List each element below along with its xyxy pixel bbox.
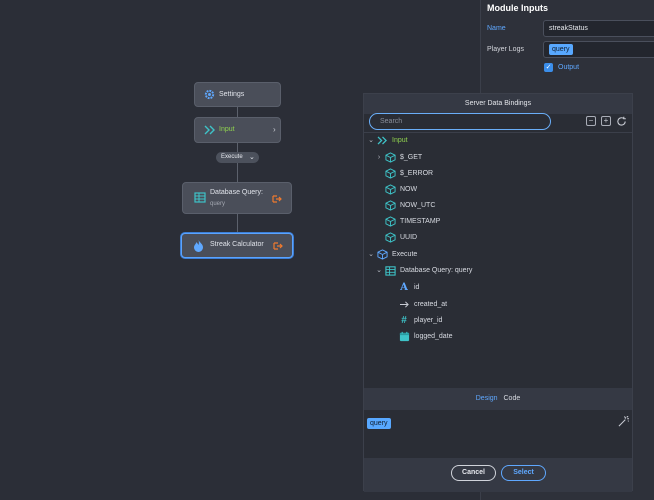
magic-wand-icon[interactable] [618,416,629,427]
player-logs-chip: query [549,44,573,55]
output-checkbox[interactable]: ✓ [544,63,553,72]
settings-node[interactable]: Settings [194,82,281,107]
refresh-icon[interactable] [616,116,627,127]
cube-icon [384,231,396,243]
tree-label-error: $_ERROR [400,169,434,177]
tree-label-created-at: created_at [414,300,448,308]
search-input[interactable]: Search [369,113,551,130]
database-query-node[interactable]: Database Query: query [182,182,292,214]
tree-label-now: NOW [400,185,418,193]
tree-item-uuid[interactable]: UUID [384,230,417,244]
chevron-down-icon[interactable]: ⌄ [366,136,376,144]
tree-item-id[interactable]: A id [398,280,419,294]
player-logs-label: Player Logs [487,46,524,53]
fire-icon [194,240,203,252]
execute-pill-label: Execute [221,154,243,160]
tree-label-get: $_GET [400,153,423,161]
tree-item-get[interactable]: › $_GET [374,150,422,164]
double-chevron-icon [204,125,215,135]
tree-item-logged-date[interactable]: logged_date [398,329,453,343]
calendar-icon [398,330,410,342]
tree-item-error[interactable]: $_ERROR [384,166,433,180]
connector-input-execute [237,143,238,152]
tree-label-execute: Execute [392,250,418,258]
dialog-footer: Cancel Select [364,458,632,492]
tree-label-player-id: player_id [414,316,443,324]
table-icon [384,264,396,276]
name-label: Name [487,25,506,32]
player-logs-input[interactable]: query [543,41,654,58]
text-type-icon: A [400,281,408,293]
arrow-right-icon [398,298,410,310]
chevron-down-icon: ⌄ [249,154,255,161]
tree-item-now-utc[interactable]: NOW_UTC [384,198,435,212]
collapse-all-button[interactable]: − [586,116,596,126]
chevron-right-icon[interactable]: › [374,154,384,161]
connector-execute-db [237,163,238,182]
name-input[interactable]: streakStatus [543,20,654,37]
tab-code[interactable]: Code [504,395,521,402]
tree-label-uuid: UUID [400,233,418,241]
hash-icon: # [401,314,407,326]
cube-icon [376,248,388,260]
cube-icon [384,151,396,163]
cube-icon [384,183,396,195]
database-query-label: Database Query: [210,189,263,196]
settings-label: Settings [219,91,245,98]
table-icon [194,192,206,203]
execute-pill[interactable]: Execute ⌄ [216,152,259,163]
chevron-down-icon[interactable]: ⌄ [374,266,384,274]
output-label: Output [558,64,580,71]
tree-item-execute[interactable]: ⌄ Execute [366,247,417,261]
tree-item-db-query[interactable]: ⌄ Database Query: query [374,263,472,277]
tab-design[interactable]: Design [476,395,498,402]
connector-db-streak [237,214,238,233]
select-button[interactable]: Select [501,465,546,481]
cube-icon [384,167,396,179]
tree-item-now[interactable]: NOW [384,182,417,196]
tree-label-id: id [414,283,420,291]
tree-label-db-query: Database Query: query [400,266,473,274]
streak-calculator-node[interactable]: Streak Calculator [181,233,293,258]
cube-icon [384,215,396,227]
input-node[interactable]: Input › [194,117,281,143]
output-arrow-icon [272,195,282,203]
streak-calculator-label: Streak Calculator [210,241,264,248]
cube-icon [384,199,396,211]
tree-item-player-id[interactable]: # player_id [398,313,442,327]
cancel-button[interactable]: Cancel [451,465,496,481]
double-chevron-icon [376,134,388,146]
tree-label-input: Input [392,136,408,144]
tree-item-timestamp[interactable]: TIMESTAMP [384,214,440,228]
dialog-title: Server Data Bindings [364,94,632,114]
chevron-right-icon: › [273,125,276,134]
input-label: Input [219,126,235,133]
tree-label-now-utc: NOW_UTC [400,201,436,209]
expand-all-button[interactable]: + [601,116,611,126]
chevron-down-icon[interactable]: ⌄ [366,250,376,258]
tree-label-logged-date: logged_date [414,332,453,340]
gear-icon [204,89,215,100]
server-data-bindings-dialog: Server Data Bindings Search − + ⌄ Input … [363,93,633,492]
tree-label-timestamp: TIMESTAMP [400,217,441,225]
database-query-sub: query [210,201,226,207]
tree-item-created-at[interactable]: created_at [398,297,447,311]
connector-settings-input [237,107,238,117]
output-arrow-icon [273,242,283,250]
expression-chip[interactable]: query [367,418,391,429]
tree-item-input[interactable]: ⌄ Input [366,133,408,147]
editor-tabbar: Design Code [364,388,632,410]
module-inputs-title: Module Inputs [487,3,548,13]
